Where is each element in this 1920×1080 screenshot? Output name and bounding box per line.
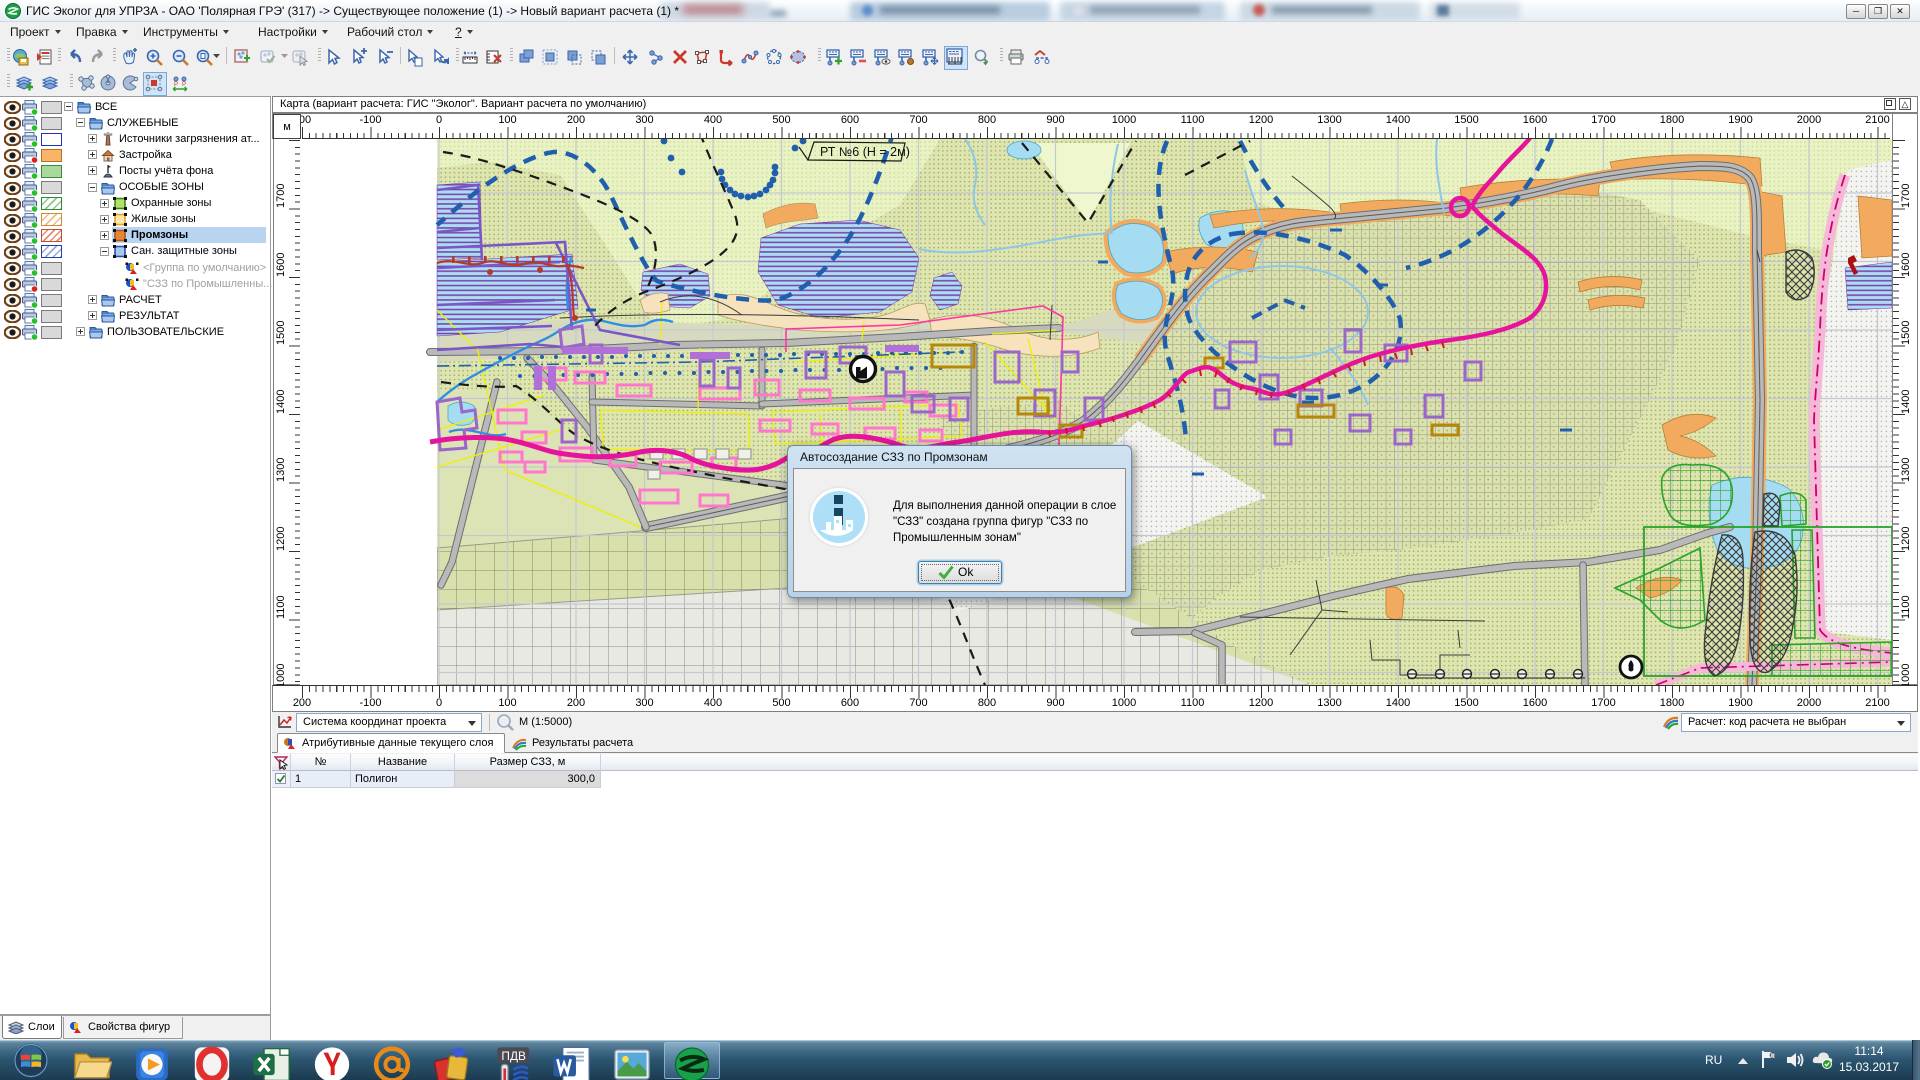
svg-text:ПДВ: ПДВ bbox=[501, 1049, 526, 1063]
svg-text:РТ №6 (Н = 2м): РТ №6 (Н = 2м) bbox=[820, 145, 910, 159]
